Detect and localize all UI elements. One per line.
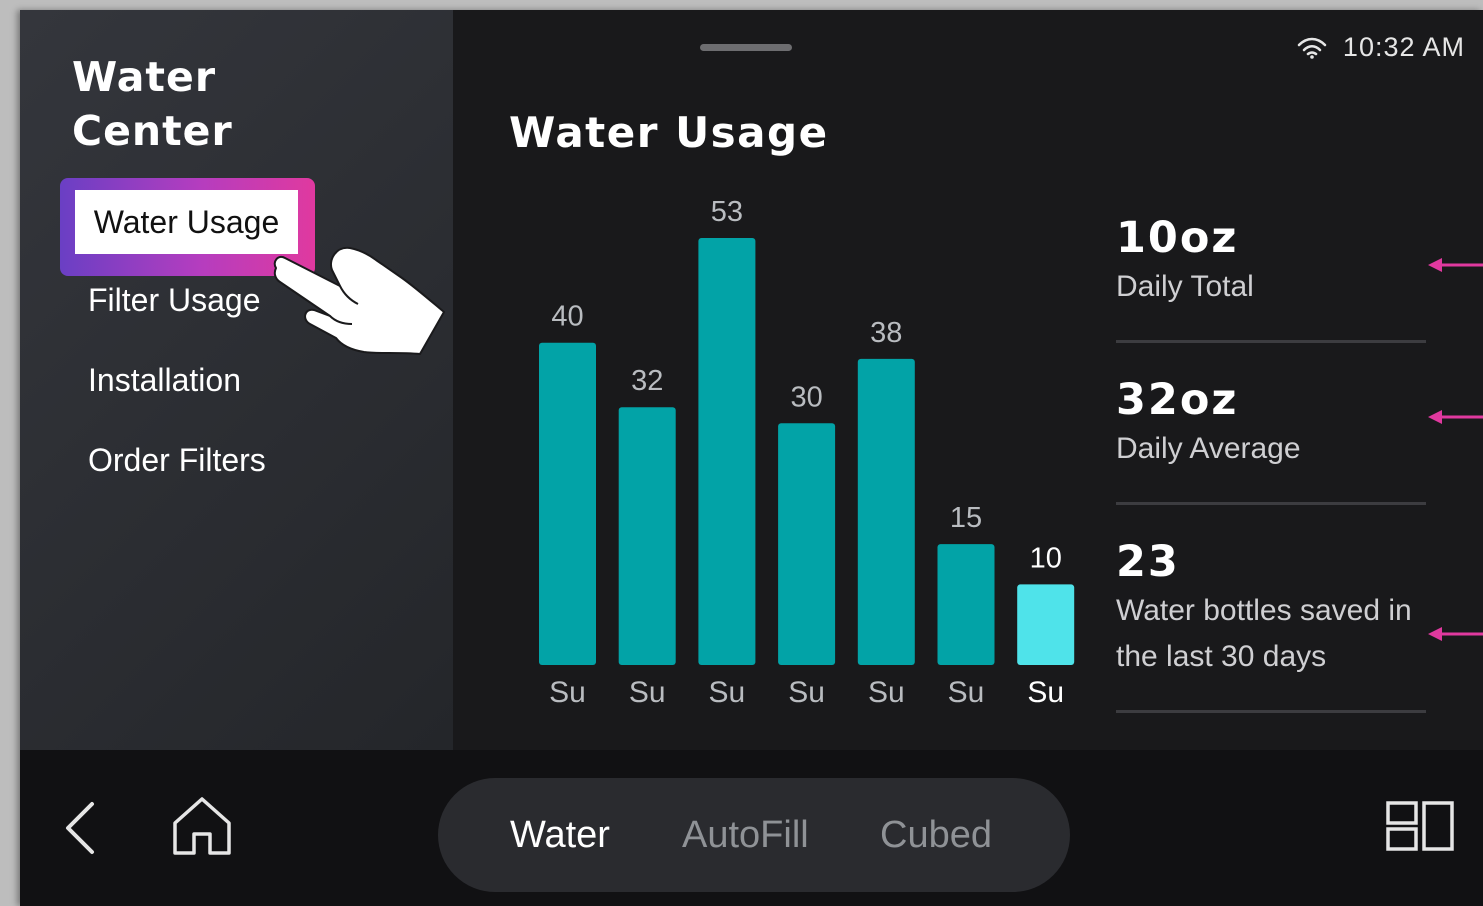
chart-bar xyxy=(778,423,836,665)
annotation-arrow-icon xyxy=(1428,258,1483,272)
annotation-arrow-icon xyxy=(1428,627,1483,641)
apps-grid-icon[interactable] xyxy=(1385,800,1455,852)
clock: 10:32 AM xyxy=(1342,32,1465,62)
chart-bar xyxy=(618,407,676,665)
x-tick-label: Su xyxy=(549,676,586,709)
bar-value-label: 38 xyxy=(870,317,902,349)
chart-bar xyxy=(937,544,995,665)
sidebar-item-filter-usage[interactable]: Filter Usage xyxy=(88,282,261,319)
divider xyxy=(1116,340,1426,343)
chart-bar xyxy=(698,238,756,665)
sidebar-title: Water Center xyxy=(72,53,233,155)
sidebar-item-order-filters[interactable]: Order Filters xyxy=(88,442,266,479)
bar-value-label: 15 xyxy=(950,502,982,534)
wifi-icon xyxy=(1297,37,1327,59)
bar-value-label: 10 xyxy=(1030,542,1062,574)
sidebar-item-water-usage[interactable]: Water Usage xyxy=(75,190,298,254)
stat-daily-total: 10oz Daily Total xyxy=(1116,212,1426,310)
mode-tab-water[interactable]: Water xyxy=(510,778,610,892)
water-usage-chart: 40 Su 32 Su 53 Su 30 Su 38 Su 15 Su 10 Su xyxy=(539,196,1075,709)
sidebar-item-installation[interactable]: Installation xyxy=(88,362,241,399)
x-tick-label: Su xyxy=(868,676,905,709)
stat-daily-average: 32oz Daily Average xyxy=(1116,374,1426,472)
stat-value: 32oz xyxy=(1116,375,1239,425)
x-tick-label: Su xyxy=(788,676,825,709)
divider xyxy=(1116,710,1426,713)
chart-bar xyxy=(857,358,915,665)
mode-tab-autofill[interactable]: AutoFill xyxy=(682,778,809,892)
stat-label: Daily Average xyxy=(1116,432,1301,465)
bar-value-label: 30 xyxy=(790,381,822,413)
mode-selector: Water AutoFill Cubed xyxy=(438,778,1070,892)
x-tick-label: Su xyxy=(948,676,985,709)
bar-value-label: 32 xyxy=(631,365,663,397)
bottom-navigation: Water AutoFill Cubed xyxy=(20,750,1483,906)
device-screen: Water Center Water Usage Filter Usage In… xyxy=(20,10,1483,906)
stat-value: 23 xyxy=(1116,537,1180,587)
chevron-left-icon[interactable] xyxy=(60,798,100,858)
x-tick-label: Su xyxy=(709,676,746,709)
hand-pointer-icon xyxy=(273,246,445,355)
stat-label: Water bottles saved in the last 30 days xyxy=(1116,594,1412,673)
mode-tab-cubed[interactable]: Cubed xyxy=(880,778,992,892)
chart-bar xyxy=(539,342,596,665)
x-tick-label: Su xyxy=(629,676,666,709)
chart-bar xyxy=(1017,584,1075,665)
stat-value: 10oz xyxy=(1116,213,1239,263)
home-icon[interactable] xyxy=(170,794,234,858)
main-panel: 10:32 AM Water Usage 40 Su 32 Su 53 Su 30 Su 38 S… xyxy=(453,10,1483,750)
stat-bottles-saved: 23 Water bottles saved in the last 30 da… xyxy=(1116,536,1426,680)
divider xyxy=(1116,502,1426,505)
status-bar: 10:32 AM xyxy=(1297,32,1465,63)
annotation-arrow-icon xyxy=(1428,410,1483,424)
bar-value-label: 40 xyxy=(551,301,583,333)
bar-value-label: 53 xyxy=(711,196,743,228)
x-tick-label: Su xyxy=(1027,676,1064,709)
stat-label: Daily Total xyxy=(1116,270,1254,303)
sidebar: Water Center Water Usage Filter Usage In… xyxy=(20,10,453,750)
